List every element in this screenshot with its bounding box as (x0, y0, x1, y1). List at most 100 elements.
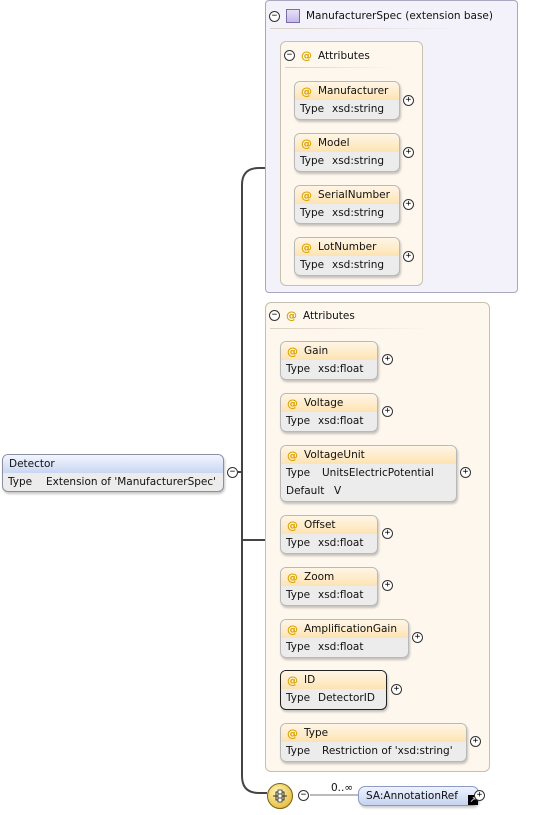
collapse-icon[interactable]: − (269, 10, 280, 22)
expand-icon[interactable]: + (391, 684, 402, 695)
attribute-icon: @ (301, 84, 312, 98)
attribute-card-manufacturer[interactable]: @ Manufacturer Type xsd:string (294, 81, 400, 120)
element-name: Detector (9, 458, 55, 470)
expand-icon[interactable]: + (403, 147, 414, 158)
type-key: Type (286, 467, 311, 479)
attribute-name: LotNumber (318, 241, 377, 253)
attribute-card-voltage[interactable]: @ Voltage Type xsd:float (280, 393, 378, 432)
type-value: xsd:float (318, 363, 364, 375)
attribute-icon: @ (287, 448, 298, 462)
attribute-icon: @ (287, 570, 298, 584)
expand-icon[interactable]: + (382, 580, 393, 591)
attribute-name: SerialNumber (318, 189, 390, 201)
type-key: Type (286, 641, 311, 653)
collapse-icon[interactable]: − (284, 50, 295, 61)
type-key: Type (286, 537, 311, 549)
type-value: xsd:string (332, 207, 385, 219)
expand-icon[interactable]: + (470, 736, 481, 747)
type-value: xsd:float (318, 589, 364, 601)
collapse-icon[interactable]: − (298, 790, 309, 801)
type-key: Type (300, 259, 325, 271)
attribute-name: VoltageUnit (304, 449, 365, 461)
attribute-icon: @ (287, 726, 298, 740)
type-key: Type (286, 692, 311, 704)
detector-attributes-header: − @ Attributes (269, 309, 355, 322)
attribute-card-model[interactable]: @ Model Type xsd:string (294, 133, 400, 172)
type-key: Type (286, 415, 311, 427)
type-key: Type (300, 207, 325, 219)
type-value: UnitsElectricPotential (322, 467, 434, 479)
attribute-name: Type (304, 727, 329, 739)
extension-attributes-header: − @ Attributes (284, 49, 370, 62)
attribute-card-voltageunit[interactable]: @ VoltageUnit Type UnitsElectricPotential … (280, 445, 457, 502)
attribute-name: Zoom (304, 571, 335, 583)
attribute-card-offset[interactable]: @ Offset Type xsd:float (280, 515, 378, 554)
expand-icon[interactable]: + (403, 95, 414, 106)
type-key: Type (300, 155, 325, 167)
expand-icon[interactable]: + (403, 199, 414, 210)
attribute-icon: @ (301, 136, 312, 150)
attribute-card-lotnumber[interactable]: @ LotNumber Type xsd:string (294, 237, 400, 276)
attribute-icon: @ (287, 344, 298, 358)
default-value: V (334, 485, 342, 497)
attribute-icon: @ (301, 188, 312, 202)
attribute-card-id[interactable]: @ ID Type DetectorID (280, 670, 387, 710)
extension-base-header: − ManufacturerSpec (extension base) (269, 9, 493, 23)
attribute-name: Manufacturer (318, 85, 389, 97)
divider (270, 328, 430, 329)
type-value: xsd:string (332, 155, 385, 167)
type-value: xsd:float (318, 415, 364, 427)
attributes-label: Attributes (303, 309, 355, 322)
type-value: xsd:string (332, 259, 385, 271)
attribute-card-amplificationgain[interactable]: @ AmplificationGain Type xsd:float (280, 619, 409, 658)
expand-icon[interactable]: + (382, 354, 393, 365)
type-value: xsd:string (332, 103, 385, 115)
attribute-icon: @ (287, 396, 298, 410)
cardinality-label: 0..∞ (331, 782, 354, 794)
expand-icon[interactable]: + (382, 528, 393, 539)
attribute-icon: @ (287, 518, 298, 532)
expand-icon[interactable]: + (412, 632, 423, 643)
type-value: DetectorID (318, 692, 375, 704)
attribute-card-type[interactable]: @ Type Type Restriction of 'xsd:string' (280, 723, 467, 762)
attribute-card-serialnumber[interactable]: @ SerialNumber Type xsd:string (294, 185, 400, 224)
type-value: Extension of 'ManufacturerSpec' (46, 476, 217, 488)
attribute-icon: @ (301, 49, 312, 62)
attribute-icon: @ (301, 240, 312, 254)
collapse-icon[interactable]: − (227, 467, 238, 478)
attribute-icon: @ (287, 622, 298, 636)
type-value: Restriction of 'xsd:string' (322, 745, 453, 757)
divider (285, 67, 395, 68)
collapse-icon[interactable]: − (269, 310, 280, 321)
type-key: Type (300, 103, 325, 115)
extension-base-title: ManufacturerSpec (extension base) (306, 10, 493, 22)
attribute-card-gain[interactable]: @ Gain Type xsd:float (280, 341, 378, 380)
default-key: Default (286, 485, 325, 497)
annotation-ref-element[interactable]: SA:AnnotationRef ↗ (358, 786, 479, 806)
expand-icon[interactable]: + (460, 467, 471, 478)
attribute-name: AmplificationGain (304, 623, 397, 635)
type-key: Type (286, 745, 311, 757)
attributes-label: Attributes (318, 49, 370, 62)
divider (270, 28, 460, 29)
annotation-ref-label: SA:AnnotationRef (366, 790, 458, 802)
attribute-name: Offset (304, 519, 336, 531)
attribute-name: Gain (304, 345, 329, 357)
expand-icon[interactable]: + (474, 790, 485, 801)
attribute-icon: @ (286, 309, 297, 322)
type-key: Type (286, 363, 311, 375)
type-key: Type (286, 589, 311, 601)
attribute-card-zoom[interactable]: @ Zoom Type xsd:float (280, 567, 378, 606)
type-value: xsd:float (318, 537, 364, 549)
type-key: Type (8, 476, 33, 488)
detector-element[interactable]: Detector Type Extension of 'ManufacturerS… (2, 454, 224, 492)
attribute-name: Model (318, 137, 350, 149)
attribute-name: ID (304, 674, 316, 686)
type-value: xsd:float (318, 641, 364, 653)
attribute-icon: @ (287, 673, 298, 687)
expand-icon[interactable]: + (382, 406, 393, 417)
complex-type-icon (286, 9, 300, 23)
attribute-name: Voltage (304, 397, 344, 409)
expand-icon[interactable]: + (403, 251, 414, 262)
sequence-icon[interactable] (267, 783, 293, 809)
